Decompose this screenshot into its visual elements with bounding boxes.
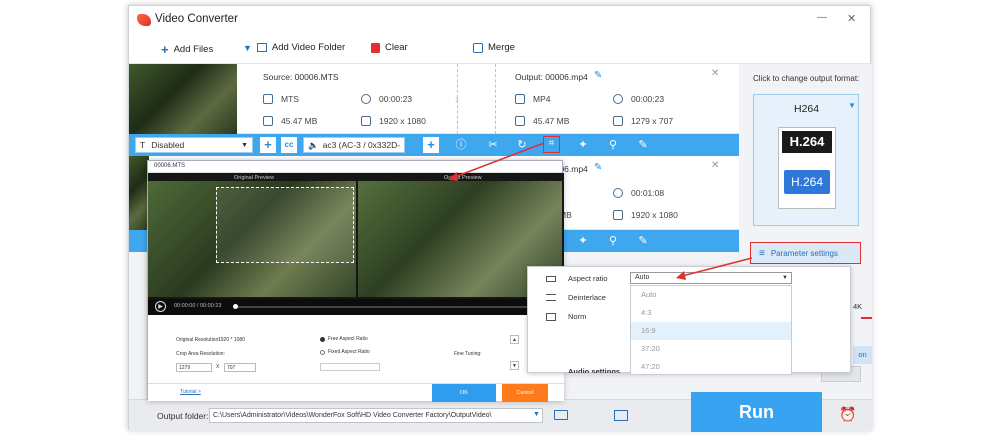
annotation-arrow-crop [451,142,545,179]
annotation-arrowhead [676,271,686,280]
annotation-arrow-aspect [681,257,753,277]
annotation-arrowhead [448,172,458,181]
annotation-arrows [448,142,753,280]
